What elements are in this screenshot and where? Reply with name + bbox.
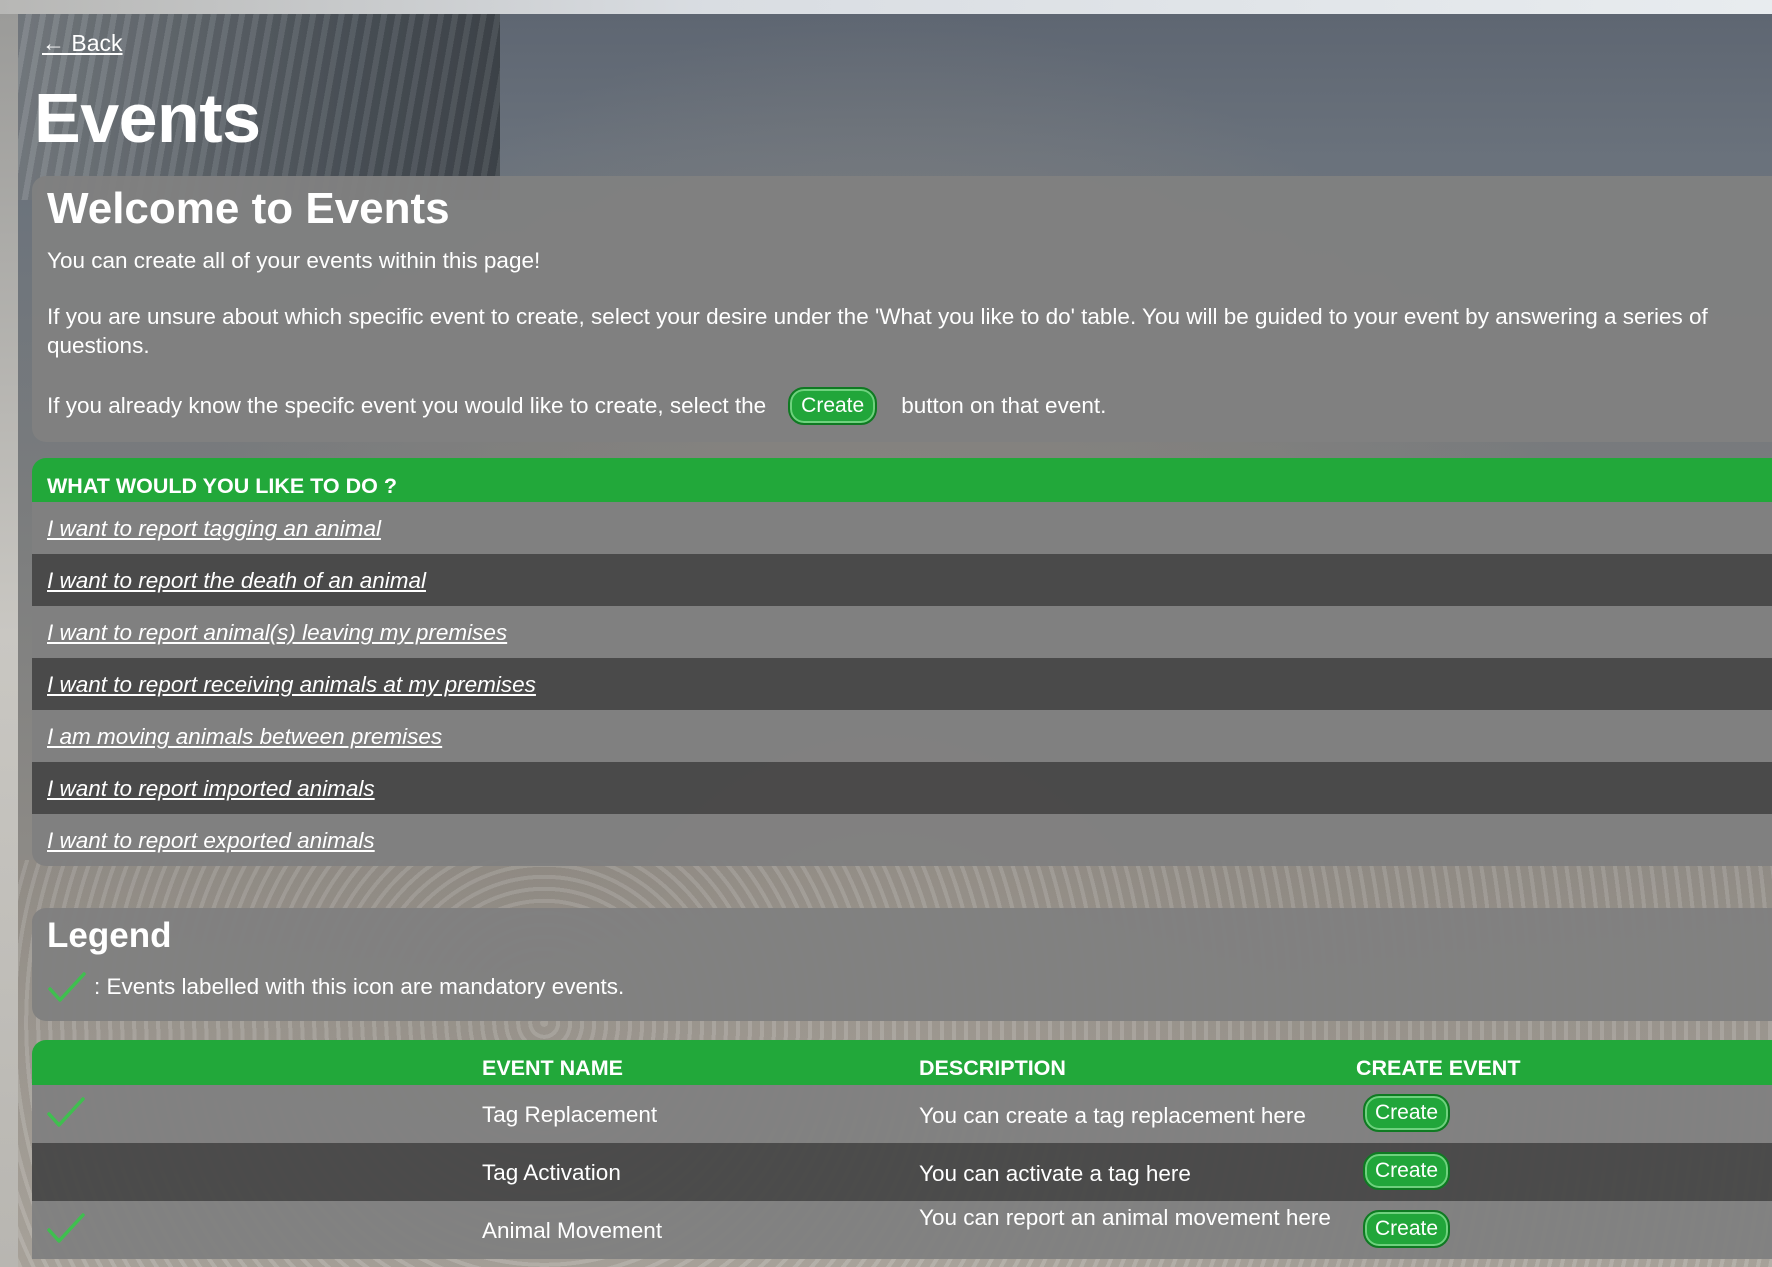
create-animal-movement-button-wrap: Create [1363,1210,1451,1248]
what-to-do-item-death[interactable]: I want to report the death of an animal [32,554,1772,606]
events-page: ← Back Events Welcome to Events You can … [32,0,1772,1267]
create-tag-replacement-button-wrap: Create [1363,1094,1451,1132]
column-event-name: EVENT NAME [482,1056,623,1080]
table-row: Tag Activation You can activate a tag he… [32,1143,1772,1201]
legend-text: : Events labelled with this icon are man… [94,974,625,999]
event-description: You can activate a tag here [919,1161,1191,1186]
welcome-intro: You can create all of your events within… [47,248,541,273]
hint-text-after: button on that event. [901,393,1107,418]
table-row: Tag Replacement You can create a tag rep… [32,1085,1772,1143]
welcome-create-hint: If you already know the specifc event yo… [47,387,1757,425]
events-table: EVENT NAME DESCRIPTION CREATE EVENT Tag … [32,1040,1772,1259]
hint-text-before: If you already know the specifc event yo… [47,393,767,418]
what-to-do-item-tagging[interactable]: I want to report tagging an animal [32,502,1772,554]
what-to-do-table: WHAT WOULD YOU LIKE TO DO ? I want to re… [32,458,1772,866]
legend-heading: Legend [47,916,172,955]
welcome-card: Welcome to Events You can create all of … [32,176,1772,442]
event-name: Tag Replacement [482,1102,658,1127]
back-link[interactable]: ← Back [42,30,123,57]
window-left-edge [0,0,18,1267]
create-tag-activation-button[interactable]: Create [1363,1152,1451,1190]
table-row: Animal Movement You can report an animal… [32,1201,1772,1259]
mandatory-checkmark-icon [46,1211,86,1245]
welcome-heading: Welcome to Events [47,184,450,233]
what-to-do-header: WHAT WOULD YOU LIKE TO DO ? [32,458,1772,502]
what-to-do-item-exported[interactable]: I want to report exported animals [32,814,1772,866]
legend-card: Legend : Events labelled with this icon … [32,908,1772,1021]
welcome-guidance: If you are unsure about which specific e… [47,304,1708,358]
event-description: You can report an animal movement here [919,1205,1331,1230]
what-to-do-item-imported[interactable]: I want to report imported animals [32,762,1772,814]
event-description: You can create a tag replacement here [919,1103,1306,1128]
column-description: DESCRIPTION [919,1056,1066,1080]
event-name: Animal Movement [482,1218,663,1243]
create-animal-movement-button[interactable]: Create [1363,1210,1451,1248]
mandatory-checkmark-icon [46,1095,86,1129]
legend-row: : Events labelled with this icon are man… [47,970,1757,1004]
what-to-do-item-moving[interactable]: I am moving animals between premises [32,710,1772,762]
create-tag-activation-button-wrap: Create [1363,1152,1451,1190]
event-name: Tag Activation [482,1160,621,1185]
column-create-event: CREATE EVENT [1356,1056,1521,1080]
what-to-do-item-receiving[interactable]: I want to report receiving animals at my… [32,658,1772,710]
checkmark-icon [47,970,87,1004]
events-table-header: EVENT NAME DESCRIPTION CREATE EVENT [32,1040,1772,1085]
page-title: Events [34,79,261,157]
what-to-do-item-leaving[interactable]: I want to report animal(s) leaving my pr… [32,606,1772,658]
create-button-example[interactable]: Create [788,387,878,425]
create-tag-replacement-button[interactable]: Create [1363,1094,1451,1132]
